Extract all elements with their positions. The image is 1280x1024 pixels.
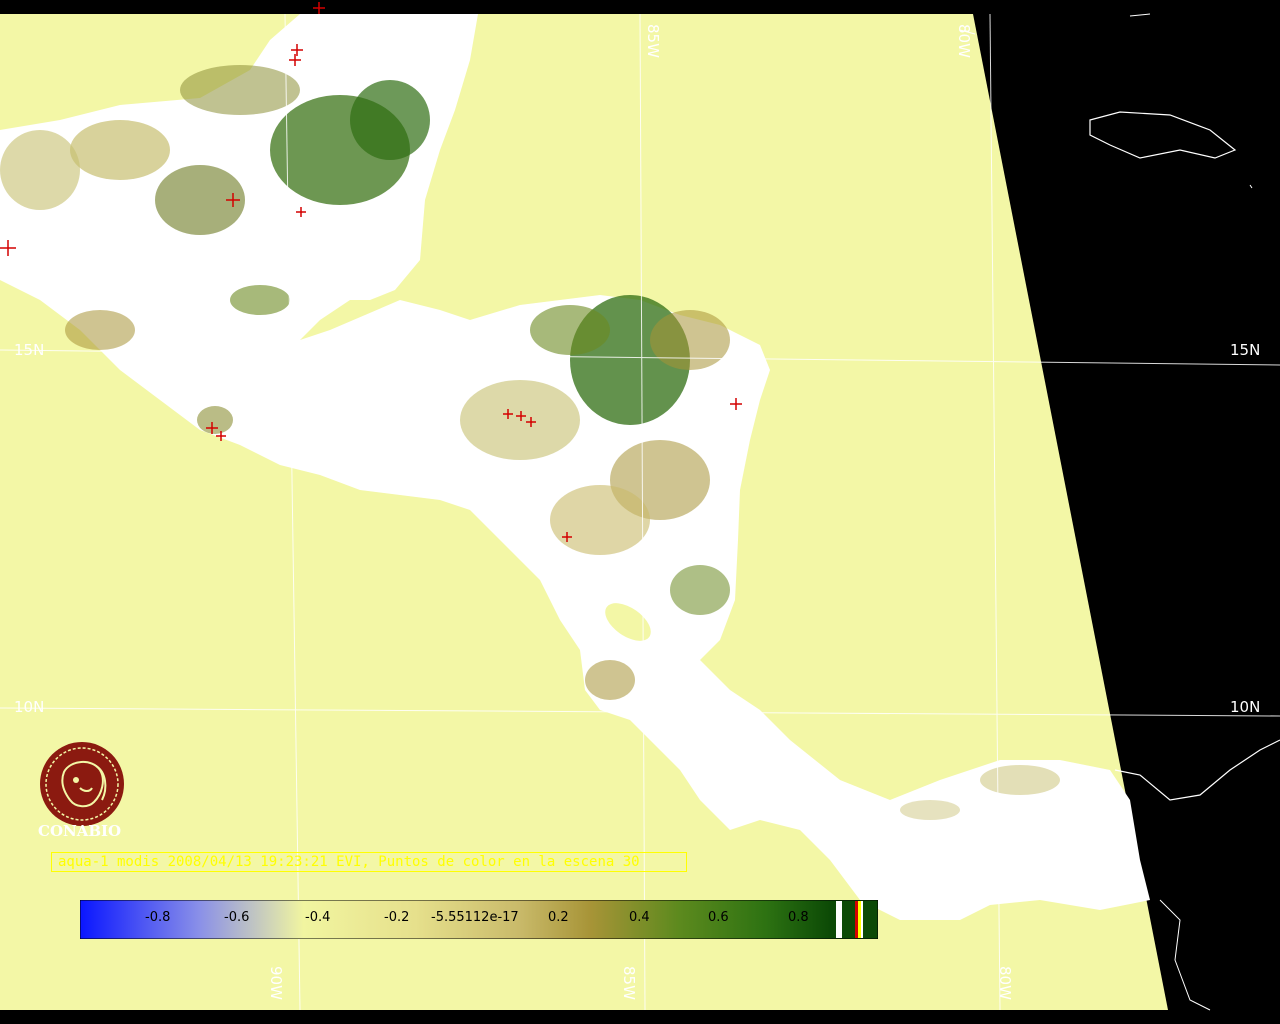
colorbar-tick-2: -0.6 xyxy=(224,910,250,925)
lon-label-85w-bottom: 85W xyxy=(620,966,638,1000)
lon-label-80w-top: 80W xyxy=(955,24,973,58)
colorbar-tick-4: -0.2 xyxy=(384,910,410,925)
lat-label-10n-left: 10N xyxy=(14,698,45,716)
colorbar-tick-3: -0.4 xyxy=(305,910,331,925)
lat-label-15n-left: 15N xyxy=(14,341,45,359)
scene-caption: aqua-1 modis 2008/04/13 19:23:21 EVI, Pu… xyxy=(51,852,687,872)
colorbar-tick-5: -5.55112e-17 xyxy=(431,910,519,925)
conabio-logo-text: CONABIO xyxy=(38,822,122,840)
colorbar-tick-1: -0.8 xyxy=(145,910,171,925)
lon-label-85w-top: 85W xyxy=(644,24,662,58)
lat-label-10n-right: 10N xyxy=(1230,698,1261,716)
lon-label-80w-bottom: 80W xyxy=(996,966,1014,1000)
colorbar-tick-6: 0.2 xyxy=(548,910,569,925)
colorbar-tick-7: 0.4 xyxy=(629,910,650,925)
lat-label-15n-right: 15N xyxy=(1230,341,1261,359)
lon-label-90w-bottom: 90W xyxy=(267,966,285,1000)
colorbar-tick-8: 0.6 xyxy=(708,910,729,925)
colorbar-tick-9: 0.8 xyxy=(788,910,809,925)
